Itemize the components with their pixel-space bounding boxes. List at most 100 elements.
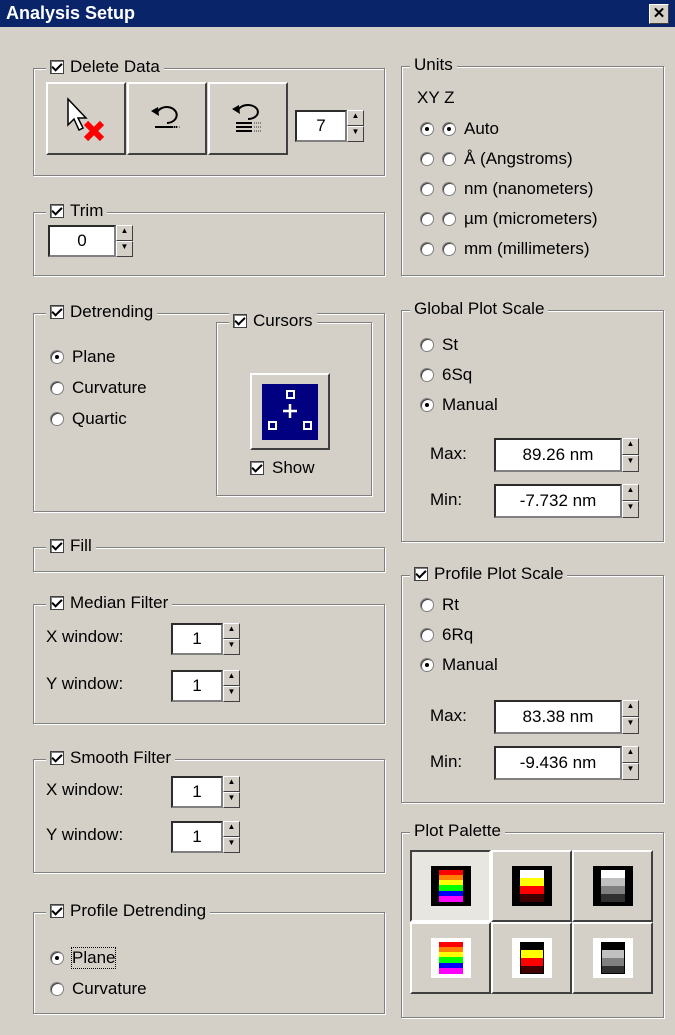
global-6sq-option[interactable]: 6Sq — [420, 365, 472, 385]
trim-stepper[interactable]: 0 ▲ ▼ — [48, 225, 134, 257]
profile-6rq-option[interactable]: 6Rq — [420, 625, 473, 645]
palette-heat-light[interactable] — [491, 922, 572, 994]
palette-gray-dark[interactable] — [572, 850, 653, 922]
cursors-checkbox[interactable] — [233, 314, 247, 328]
delete-pointer-button[interactable] — [46, 82, 126, 155]
radio-button[interactable] — [420, 658, 434, 672]
z-radio[interactable] — [442, 182, 456, 196]
radio-button[interactable] — [50, 951, 64, 965]
palette-heat-dark[interactable] — [491, 850, 572, 922]
xy-radio[interactable] — [420, 242, 434, 256]
units-angstroms-option[interactable]: Å (Angstroms) — [420, 149, 573, 169]
spin-down-button[interactable]: ▼ — [223, 792, 240, 808]
units-nanometers-option[interactable]: nm (nanometers) — [420, 179, 593, 199]
detrending-plane-option[interactable]: Plane — [50, 347, 115, 367]
radio-button[interactable] — [420, 398, 434, 412]
profile-plot-scale-checkbox[interactable] — [414, 567, 428, 581]
spin-down-button[interactable]: ▼ — [622, 717, 639, 734]
xy-radio[interactable] — [420, 182, 434, 196]
radio-button[interactable] — [420, 628, 434, 642]
median-y-value[interactable]: 1 — [171, 670, 223, 702]
xy-radio[interactable] — [420, 122, 434, 136]
undo-all-button[interactable] — [208, 82, 288, 155]
spin-down-button[interactable]: ▼ — [622, 501, 639, 518]
median-filter-checkbox[interactable] — [50, 596, 64, 610]
spin-up-button[interactable]: ▲ — [223, 623, 240, 639]
smooth-x-value[interactable]: 1 — [171, 776, 223, 808]
smooth-y-value[interactable]: 1 — [171, 821, 223, 853]
median-y-window-stepper[interactable]: 1 ▲ ▼ — [171, 670, 241, 702]
spin-up-button[interactable]: ▲ — [223, 776, 240, 792]
global-st-option[interactable]: St — [420, 335, 458, 355]
median-x-window-stepper[interactable]: 1 ▲ ▼ — [171, 623, 241, 655]
smooth-filter-checkbox[interactable] — [50, 751, 64, 765]
global-min-input[interactable]: -7.732 nm ▲ ▼ — [494, 484, 640, 518]
units-micrometers-option[interactable]: µm (micrometers) — [420, 209, 598, 229]
units-millimeters-option[interactable]: mm (millimeters) — [420, 239, 590, 259]
spin-down-button[interactable]: ▼ — [116, 241, 133, 257]
spin-up-button[interactable]: ▲ — [347, 110, 364, 126]
delete-data-checkbox[interactable] — [50, 60, 64, 74]
xy-radio[interactable] — [420, 212, 434, 226]
show-checkbox[interactable] — [250, 461, 264, 475]
radio-button[interactable] — [420, 338, 434, 352]
smooth-y-window-stepper[interactable]: 1 ▲ ▼ — [171, 821, 241, 853]
spin-down-button[interactable]: ▼ — [347, 126, 364, 142]
trim-checkbox[interactable] — [50, 204, 64, 218]
spin-up-button[interactable]: ▲ — [622, 746, 639, 763]
profile-detrending-checkbox[interactable] — [50, 904, 64, 918]
profile-detrending-curvature-option[interactable]: Curvature — [50, 979, 147, 999]
spin-down-button[interactable]: ▼ — [622, 455, 639, 472]
profile-detrending-plane-option[interactable]: Plane — [50, 947, 117, 969]
fill-checkbox[interactable] — [50, 539, 64, 553]
global-manual-option[interactable]: Manual — [420, 395, 498, 415]
radio-button[interactable] — [50, 412, 64, 426]
delete-count-stepper[interactable]: 7 ▲ ▼ — [295, 110, 365, 142]
spin-up-button[interactable]: ▲ — [622, 700, 639, 717]
spin-up-button[interactable]: ▲ — [223, 821, 240, 837]
spin-down-button[interactable]: ▼ — [223, 639, 240, 655]
global-max-input[interactable]: 89.26 nm ▲ ▼ — [494, 438, 640, 472]
spin-up-button[interactable]: ▲ — [622, 484, 639, 501]
z-radio[interactable] — [442, 242, 456, 256]
global-max-value[interactable]: 89.26 nm — [494, 438, 622, 472]
spin-down-button[interactable]: ▼ — [622, 763, 639, 780]
units-auto-option[interactable]: Auto — [420, 119, 499, 139]
cursors-button[interactable] — [250, 373, 330, 450]
spin-up-button[interactable]: ▲ — [622, 438, 639, 455]
palette-gray-light[interactable] — [572, 922, 653, 994]
radio-button[interactable] — [420, 598, 434, 612]
profile-rt-option[interactable]: Rt — [420, 595, 459, 615]
delete-count-value[interactable]: 7 — [295, 110, 347, 142]
z-radio[interactable] — [442, 212, 456, 226]
title-bar[interactable]: Analysis Setup ✕ — [0, 0, 675, 27]
global-min-value[interactable]: -7.732 nm — [494, 484, 622, 518]
profile-min-value[interactable]: -9.436 nm — [494, 746, 622, 780]
z-radio[interactable] — [442, 152, 456, 166]
z-radio[interactable] — [442, 122, 456, 136]
radio-button[interactable] — [50, 982, 64, 996]
spin-down-button[interactable]: ▼ — [223, 837, 240, 853]
detrending-curvature-option[interactable]: Curvature — [50, 378, 147, 398]
spin-up-button[interactable]: ▲ — [223, 670, 240, 686]
radio-button[interactable] — [50, 381, 64, 395]
radio-button[interactable] — [50, 350, 64, 364]
profile-manual-option[interactable]: Manual — [420, 655, 498, 675]
smooth-x-window-stepper[interactable]: 1 ▲ ▼ — [171, 776, 241, 808]
detrending-quartic-option[interactable]: Quartic — [50, 409, 127, 429]
palette-rainbow-light[interactable] — [410, 922, 491, 994]
radio-button[interactable] — [420, 368, 434, 382]
trim-value[interactable]: 0 — [48, 225, 116, 257]
spin-up-button[interactable]: ▲ — [116, 225, 133, 241]
spin-down-button[interactable]: ▼ — [223, 686, 240, 702]
cursors-show-option[interactable]: Show — [250, 458, 315, 478]
close-button[interactable]: ✕ — [649, 4, 669, 24]
detrending-checkbox[interactable] — [50, 305, 64, 319]
profile-max-value[interactable]: 83.38 nm — [494, 700, 622, 734]
median-x-value[interactable]: 1 — [171, 623, 223, 655]
undo-button[interactable] — [127, 82, 207, 155]
xy-radio[interactable] — [420, 152, 434, 166]
profile-min-input[interactable]: -9.436 nm ▲ ▼ — [494, 746, 640, 780]
profile-max-input[interactable]: 83.38 nm ▲ ▼ — [494, 700, 640, 734]
palette-rainbow-dark[interactable] — [410, 850, 491, 922]
